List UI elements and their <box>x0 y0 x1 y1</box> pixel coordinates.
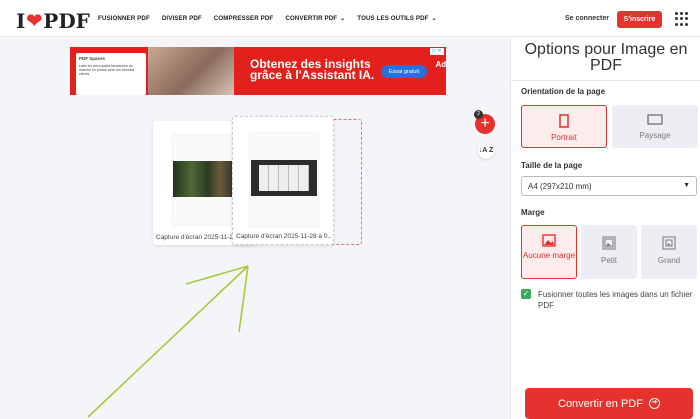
image-large-margin-icon <box>662 236 676 250</box>
merge-label: Fusionner toutes les images dans un fich… <box>538 290 693 310</box>
apps-grid-icon[interactable] <box>675 12 689 26</box>
portrait-icon <box>559 114 569 128</box>
file-thumbnail <box>173 135 236 225</box>
nav-convert-label: CONVERTIR PDF <box>285 15 338 22</box>
ad-brand-text: Adobe Acrobat Studio <box>435 60 446 69</box>
nav-split-label: DIVISER PDF <box>161 15 202 22</box>
merge-checkbox[interactable]: ✓ <box>521 289 531 299</box>
ad-card: PDF Spaces Liste les principales tendanc… <box>76 53 146 95</box>
orientation-label: Orientation de la page <box>521 87 606 96</box>
ad-close-icon[interactable]: ▷ ✕ <box>430 48 444 55</box>
caret-down-icon: ▼ <box>683 182 690 189</box>
heart-icon: ❤ <box>26 10 43 32</box>
landscape-label: Paysage <box>639 131 671 140</box>
logo-text-pdf: PDF <box>43 9 90 33</box>
ad-photo <box>148 47 234 95</box>
landscape-icon <box>647 114 663 125</box>
sidebar-title: Options pour Image en PDF <box>524 41 688 74</box>
convert-to-pdf-button[interactable]: Convertir en PDF ➜ <box>525 388 693 419</box>
file-thumbnail <box>250 133 318 226</box>
chevron-down-icon: ⌄ <box>431 16 437 22</box>
file-card-dragging[interactable]: Capture d'écran 2025-11-28 à 0... <box>232 116 334 245</box>
login-link[interactable]: Se connecter <box>565 15 609 22</box>
margin-label: Marge <box>521 208 545 217</box>
orientation-landscape[interactable]: Paysage <box>612 105 698 148</box>
nav-merge-pdf[interactable]: FUSIONNER PDF <box>98 15 150 22</box>
signup-button[interactable]: S'inscrire <box>617 11 662 28</box>
portrait-label: Portrait <box>551 133 577 142</box>
page-size-select[interactable]: A4 (297x210 mm) ▼ <box>521 176 697 196</box>
nav-compress-pdf[interactable]: COMPRESSER PDF <box>214 15 274 22</box>
sort-icon: ↓A Z <box>478 147 494 154</box>
annotation-arrow <box>87 265 249 418</box>
margin-small[interactable]: Petit <box>581 225 637 279</box>
convert-label: Convertir en PDF <box>558 397 643 410</box>
options-sidebar: Options pour Image en PDF Orientation de… <box>510 37 700 419</box>
nav-all-tools[interactable]: TOUS LES OUTILS PDF ⌄ <box>357 15 436 22</box>
nav-all-tools-label: TOUS LES OUTILS PDF <box>357 15 429 22</box>
nav-compress-label: COMPRESSER PDF <box>213 15 274 22</box>
page-size-value: A4 (297x210 mm) <box>528 182 592 191</box>
margin-none[interactable]: Aucune marge <box>521 225 577 279</box>
orientation-portrait[interactable]: Portrait <box>521 105 607 148</box>
sort-alpha-button[interactable]: ↓A Z <box>478 143 494 159</box>
ad-cta-button[interactable]: Essai gratuit <box>381 65 427 78</box>
margin-none-label: Aucune marge <box>522 251 576 260</box>
divider <box>511 80 700 81</box>
ad-card-title: PDF Spaces <box>79 56 106 61</box>
logo-text-i: I <box>16 9 26 33</box>
arrow-right-icon: ➜ <box>648 398 660 409</box>
margin-small-label: Petit <box>600 256 617 265</box>
image-small-margin-icon <box>602 236 616 250</box>
page-size-label: Taille de la page <box>521 161 583 170</box>
top-navigation-bar: I ❤ PDF FUSIONNER PDF DIVISER PDF COMPRESS… <box>0 0 700 37</box>
margin-large-label: Grand <box>657 256 681 265</box>
image-icon <box>542 234 556 247</box>
nav-convert-pdf[interactable]: CONVERTIR PDF ⌄ <box>285 15 345 22</box>
file-name: Capture d'écran 2025-11-28 à 0... <box>236 233 332 240</box>
margin-large[interactable]: Grand <box>641 225 697 279</box>
ad-banner[interactable]: PDF Spaces Liste les principales tendanc… <box>70 47 446 95</box>
nav-split-pdf[interactable]: DIVISER PDF <box>162 15 202 22</box>
ad-headline: Obtenez des insights grâce à l'Assistant… <box>250 57 375 82</box>
nav-merge-label: FUSIONNER PDF <box>98 15 150 22</box>
ad-card-text: Liste les principales tendances du march… <box>79 64 135 76</box>
ilovepdf-logo[interactable]: I ❤ PDF <box>16 9 90 33</box>
file-count-badge: 2 <box>474 110 483 119</box>
main-nav: FUSIONNER PDF DIVISER PDF COMPRESSER PDF… <box>98 15 437 22</box>
chevron-down-icon: ⌄ <box>340 16 346 22</box>
